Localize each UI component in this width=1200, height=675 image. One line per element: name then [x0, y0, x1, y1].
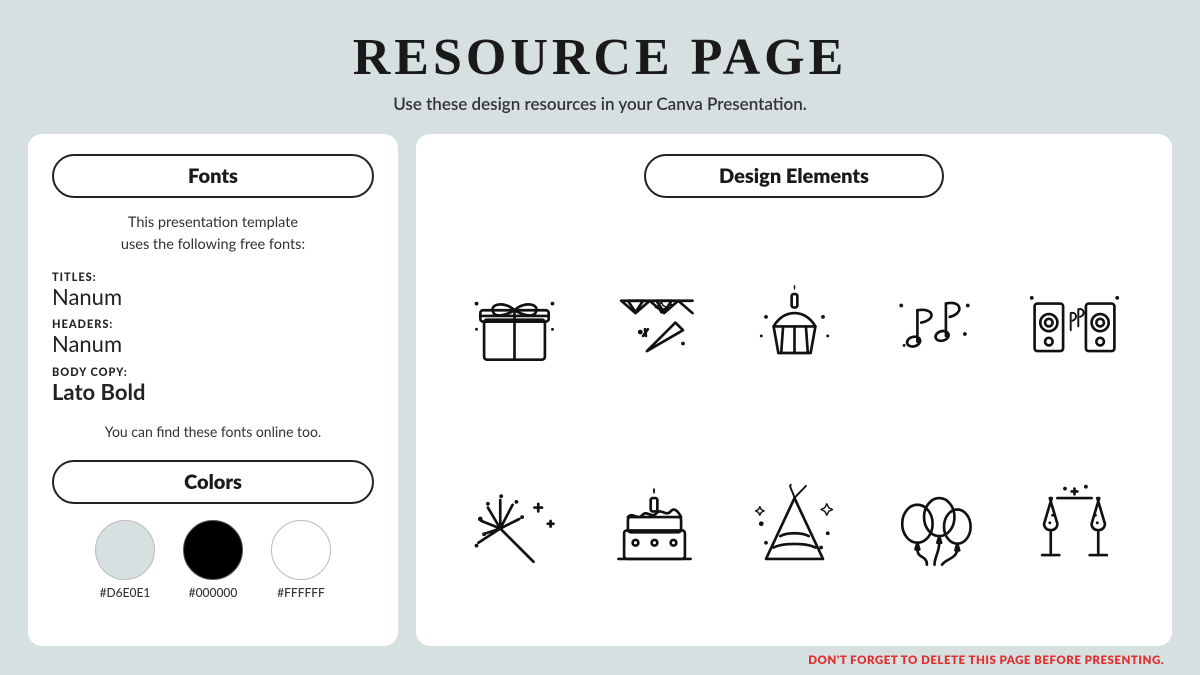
colors-swatches: #D6E0E1 #000000 #FFFFFF	[52, 520, 374, 600]
colors-section-header: Colors	[52, 460, 374, 504]
font-entry-titles: TITLES: Nanum	[52, 271, 374, 310]
swatch-ffffff	[271, 520, 331, 580]
fonts-label: Fonts	[188, 164, 238, 188]
icons-grid	[444, 222, 1144, 630]
swatch-000000	[183, 520, 243, 580]
icon-birthday-cake	[589, 473, 719, 583]
page-header: Resource Page Use these design resources…	[353, 0, 848, 124]
icon-gift	[449, 269, 579, 379]
swatch-group-3: #FFFFFF	[271, 520, 331, 600]
page-title: Resource Page	[353, 28, 848, 87]
design-elements-header: Design Elements	[644, 154, 944, 198]
footer-warning: DON'T FORGET TO DELETE THIS PAGE BEFORE …	[0, 646, 1200, 675]
font-name-body: Lato Bold	[52, 379, 374, 405]
icon-balloons	[869, 473, 999, 583]
colors-section: Colors #D6E0E1 #000000 #FFFFFF	[52, 460, 374, 600]
right-panel: Design Elements	[416, 134, 1172, 646]
font-name-headers: Nanum	[52, 331, 374, 357]
icon-speakers	[1009, 269, 1139, 379]
icon-champagne-glasses	[1009, 473, 1139, 583]
font-entry-headers: HEADERS: Nanum	[52, 318, 374, 357]
icon-music-notes	[869, 269, 999, 379]
swatch-label-2: #000000	[189, 585, 238, 600]
font-name-titles: Nanum	[52, 284, 374, 310]
font-label-titles: TITLES:	[52, 271, 374, 284]
fonts-description: This presentation templateuses the follo…	[52, 212, 374, 257]
swatch-label-1: #D6E0E1	[100, 585, 151, 600]
font-label-body: BODY COPY:	[52, 366, 374, 379]
swatch-group-1: #D6E0E1	[95, 520, 155, 600]
icon-party-popper	[589, 269, 719, 379]
design-elements-label: Design Elements	[719, 164, 869, 188]
icon-cupcake	[729, 269, 859, 379]
swatch-d6e0e1	[95, 520, 155, 580]
left-panel: Fonts This presentation templateuses the…	[28, 134, 398, 646]
main-content: Fonts This presentation templateuses the…	[0, 134, 1200, 646]
swatch-label-3: #FFFFFF	[277, 585, 325, 600]
icon-party-hat	[729, 473, 859, 583]
font-entry-body: BODY COPY: Lato Bold	[52, 366, 374, 405]
page-subtitle: Use these design resources in your Canva…	[353, 93, 848, 114]
colors-label: Colors	[184, 470, 242, 494]
fonts-section-header: Fonts	[52, 154, 374, 198]
swatch-group-2: #000000	[183, 520, 243, 600]
icon-sparkler	[449, 473, 579, 583]
fonts-find-text: You can find these fonts online too.	[52, 423, 374, 440]
